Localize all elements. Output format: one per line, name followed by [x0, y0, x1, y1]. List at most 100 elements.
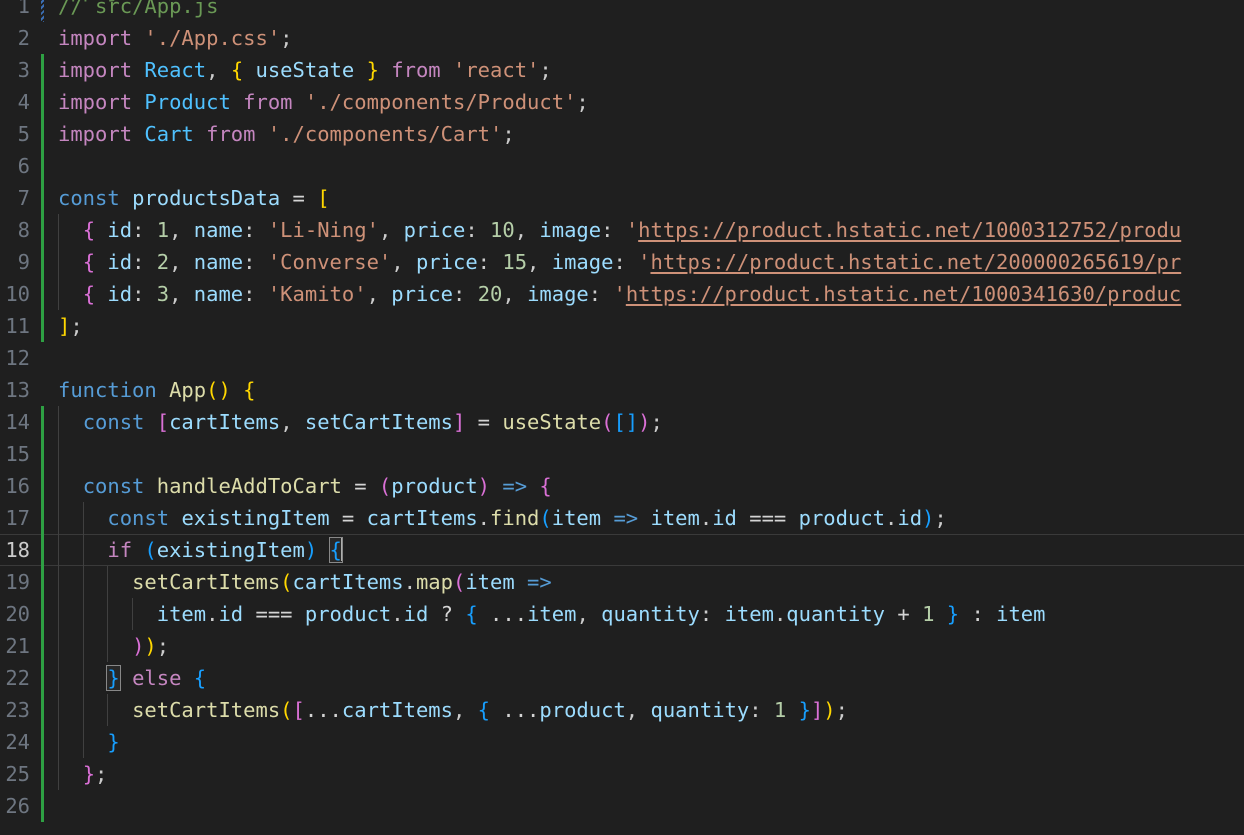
code-line-text[interactable]: { id: 2, name: 'Converse', price: 15, im…	[58, 246, 1181, 278]
code-line-text[interactable]: { id: 3, name: 'Kamito', price: 20, imag…	[58, 278, 1181, 310]
code-line[interactable]: 10 { id: 3, name: 'Kamito', price: 20, i…	[0, 278, 1244, 310]
code-line[interactable]: 6	[0, 150, 1244, 182]
git-change-indicator[interactable]	[41, 22, 44, 54]
code-line[interactable]: 23 setCartItems([...cartItems, { ...prod…	[0, 694, 1244, 726]
code-line-text[interactable]: const productsData = [	[58, 182, 330, 214]
line-number[interactable]: 25	[0, 758, 36, 790]
code-line[interactable]: 20 item.id === product.id ? { ...item, q…	[0, 598, 1244, 630]
line-number[interactable]: 3	[0, 54, 36, 86]
code-line[interactable]: 8 { id: 1, name: 'Li-Ning', price: 10, i…	[0, 214, 1244, 246]
git-change-indicator[interactable]	[41, 182, 44, 214]
code-line-text[interactable]: import React, { useState } from 'react';	[58, 54, 552, 86]
git-change-indicator[interactable]	[41, 214, 44, 246]
git-change-indicator[interactable]	[41, 566, 44, 598]
code-line[interactable]: 9 { id: 2, name: 'Converse', price: 15, …	[0, 246, 1244, 278]
code-line-text[interactable]: if (existingItem) {	[58, 534, 342, 566]
git-change-indicator[interactable]	[41, 342, 44, 374]
code-line[interactable]: 3 import React, { useState } from 'react'…	[0, 54, 1244, 86]
git-change-indicator[interactable]	[41, 246, 44, 278]
code-line[interactable]: 1 // src/App.js	[0, 0, 1244, 22]
code-line-text[interactable]: ));	[58, 630, 169, 662]
code-line[interactable]: 25 };	[0, 758, 1244, 790]
code-line-text[interactable]: import Cart from './components/Cart';	[58, 118, 515, 150]
git-change-indicator[interactable]	[41, 406, 44, 438]
line-number[interactable]: 1	[0, 0, 36, 22]
code-line-text[interactable]: const [cartItems, setCartItems] = useSta…	[58, 406, 663, 438]
line-number[interactable]: 22	[0, 662, 36, 694]
line-number[interactable]: 8	[0, 214, 36, 246]
git-change-indicator[interactable]	[41, 278, 44, 310]
git-change-indicator[interactable]	[41, 534, 44, 566]
line-number[interactable]: 14	[0, 406, 36, 438]
line-number[interactable]: 9	[0, 246, 36, 278]
git-change-indicator[interactable]	[41, 0, 44, 22]
line-number[interactable]: 16	[0, 470, 36, 502]
code-line-text[interactable]: ];	[58, 310, 83, 342]
line-number[interactable]: 19	[0, 566, 36, 598]
code-line-text[interactable]: setCartItems([...cartItems, { ...product…	[58, 694, 848, 726]
code-line-text[interactable]: item.id === product.id ? { ...item, quan…	[58, 598, 1046, 630]
code-line[interactable]: 13 function App() {	[0, 374, 1244, 406]
code-line-text[interactable]: import Product from './components/Produc…	[58, 86, 589, 118]
url-link[interactable]: https://product.hstatic.net/1000341630/p…	[626, 282, 1181, 306]
code-line[interactable]: 11];	[0, 310, 1244, 342]
line-number[interactable]: 7	[0, 182, 36, 214]
url-link[interactable]: https://product.hstatic.net/1000312752/p…	[638, 218, 1181, 242]
line-number[interactable]: 24	[0, 726, 36, 758]
code-line-text[interactable]: };	[58, 758, 107, 790]
url-link[interactable]: https://product.hstatic.net/200000265619…	[650, 250, 1181, 274]
line-number[interactable]: 15	[0, 438, 36, 470]
code-line[interactable]: 21 ));	[0, 630, 1244, 662]
code-line[interactable]: 7 const productsData = [	[0, 182, 1244, 214]
code-line[interactable]: 17 const existingItem = cartItems.find(i…	[0, 502, 1244, 534]
line-number[interactable]: 11	[0, 310, 36, 342]
git-change-indicator[interactable]	[41, 694, 44, 726]
line-number[interactable]: 20	[0, 598, 36, 630]
git-change-indicator[interactable]	[41, 726, 44, 758]
git-change-indicator[interactable]	[41, 598, 44, 630]
line-number[interactable]: 13	[0, 374, 36, 406]
code-line-text[interactable]: { id: 1, name: 'Li-Ning', price: 10, ima…	[58, 214, 1181, 246]
code-line[interactable]: 12	[0, 342, 1244, 374]
git-change-indicator[interactable]	[41, 374, 44, 406]
line-number[interactable]: 26	[0, 790, 36, 822]
code-line-text[interactable]: import './App.css';	[58, 22, 293, 54]
line-number[interactable]: 21	[0, 630, 36, 662]
git-change-indicator[interactable]	[41, 502, 44, 534]
code-line[interactable]: 18 if (existingItem) {	[0, 534, 1244, 566]
git-change-indicator[interactable]	[41, 54, 44, 86]
code-line[interactable]: 4 import Product from './components/Produ…	[0, 86, 1244, 118]
code-line-text[interactable]: } else {	[58, 662, 206, 694]
code-line-text[interactable]: setCartItems(cartItems.map(item =>	[58, 566, 552, 598]
line-number[interactable]: 4	[0, 86, 36, 118]
git-change-indicator[interactable]	[41, 118, 44, 150]
line-number[interactable]: 12	[0, 342, 36, 374]
line-number[interactable]: 6	[0, 150, 36, 182]
line-number[interactable]: 10	[0, 278, 36, 310]
git-change-indicator[interactable]	[41, 438, 44, 470]
code-line-text[interactable]: function App() {	[58, 374, 256, 406]
line-number[interactable]: 18	[0, 534, 36, 566]
code-line[interactable]: 15	[0, 438, 1244, 470]
code-line-text[interactable]: // src/App.js	[58, 0, 218, 22]
git-change-indicator[interactable]	[41, 310, 44, 342]
line-number[interactable]: 2	[0, 22, 36, 54]
git-change-indicator[interactable]	[41, 86, 44, 118]
git-change-indicator[interactable]	[41, 790, 44, 822]
git-change-indicator[interactable]	[41, 470, 44, 502]
code-line-text[interactable]: const existingItem = cartItems.find(item…	[58, 502, 947, 534]
line-number[interactable]: 5	[0, 118, 36, 150]
code-line-text[interactable]: }	[58, 726, 120, 758]
line-number[interactable]: 23	[0, 694, 36, 726]
code-editor[interactable]: App.js 1// src/App.js2import './App.css'…	[0, 0, 1244, 835]
line-number[interactable]: 17	[0, 502, 36, 534]
git-change-indicator[interactable]	[41, 150, 44, 182]
code-line-text[interactable]: const handleAddToCart = (product) => {	[58, 470, 552, 502]
git-change-indicator[interactable]	[41, 630, 44, 662]
code-line[interactable]: 26	[0, 790, 1244, 822]
code-line[interactable]: 22 } else {	[0, 662, 1244, 694]
git-change-indicator[interactable]	[41, 662, 44, 694]
git-change-indicator[interactable]	[41, 758, 44, 790]
code-line[interactable]: 5 import Cart from './components/Cart';	[0, 118, 1244, 150]
code-line[interactable]: 24 }	[0, 726, 1244, 758]
